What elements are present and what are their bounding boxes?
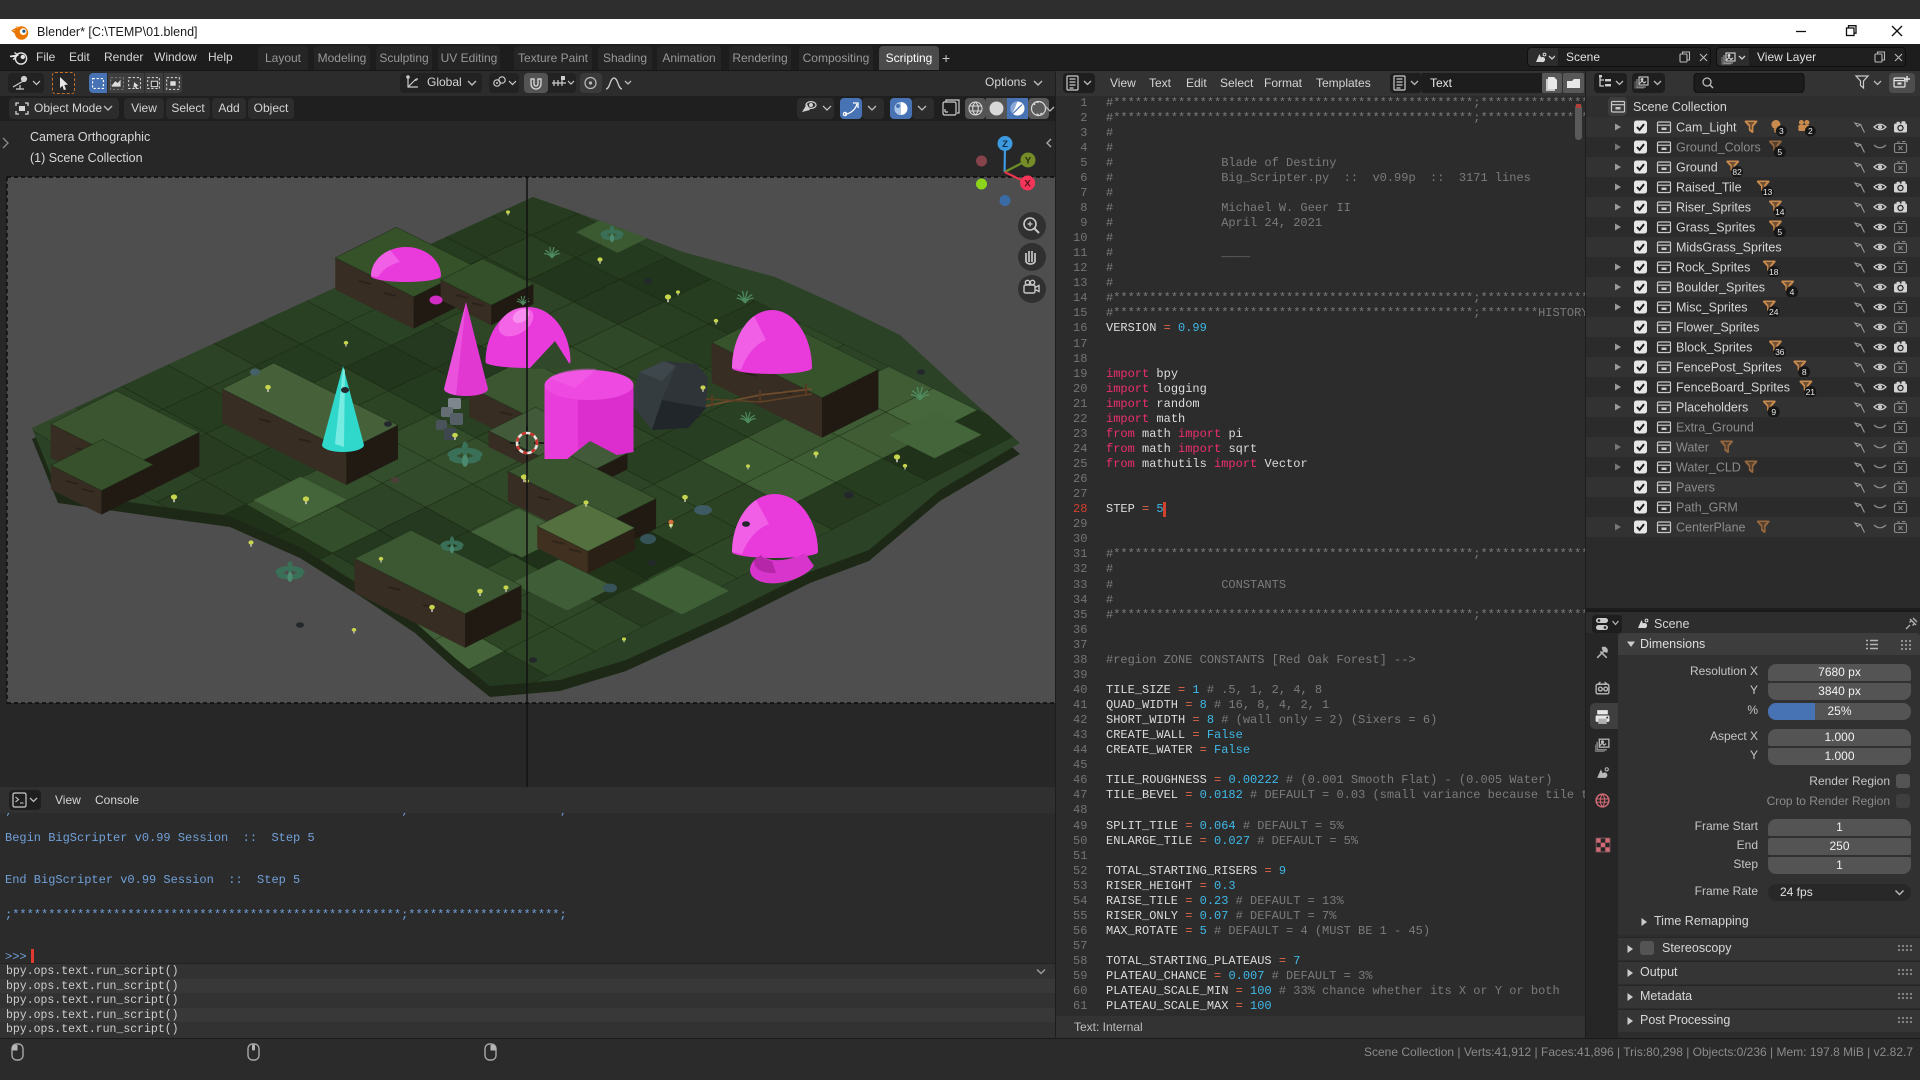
svg-text:(1) Scene Collection: (1) Scene Collection: [30, 151, 143, 165]
svg-text:Water_CLD: Water_CLD: [1676, 461, 1741, 475]
svg-text:8: 8: [1802, 367, 1807, 377]
svg-text:3: 3: [1779, 126, 1784, 136]
svg-text:Extra_Ground: Extra_Ground: [1676, 421, 1754, 435]
svg-text:13: 13: [1763, 187, 1773, 197]
svg-text:24: 24: [1769, 307, 1779, 317]
svg-text:Ground: Ground: [1676, 161, 1718, 175]
svg-text:Grass_Sprites: Grass_Sprites: [1676, 221, 1755, 235]
svg-text:18: 18: [1769, 267, 1779, 277]
svg-text:2: 2: [1808, 126, 1813, 136]
svg-text:X: X: [1024, 179, 1031, 190]
svg-text:MidsGrass_Sprites: MidsGrass_Sprites: [1676, 241, 1782, 255]
svg-text:Scene Collection: Scene Collection: [1633, 100, 1727, 114]
svg-text:Ground_Colors: Ground_Colors: [1676, 141, 1761, 155]
svg-text:Y: Y: [1025, 156, 1032, 167]
svg-text:Placeholders: Placeholders: [1676, 401, 1748, 415]
svg-text:FenceBoard_Sprites: FenceBoard_Sprites: [1676, 381, 1790, 395]
svg-text:5: 5: [1777, 227, 1782, 237]
svg-text:21: 21: [1806, 387, 1816, 397]
svg-text:Raised_Tile: Raised_Tile: [1676, 181, 1742, 195]
svg-text:Boulder_Sprites: Boulder_Sprites: [1676, 281, 1765, 295]
svg-text:Water: Water: [1676, 441, 1709, 455]
svg-text:36: 36: [1775, 347, 1785, 357]
svg-text:Flower_Sprites: Flower_Sprites: [1676, 321, 1759, 335]
svg-text:82: 82: [1732, 167, 1742, 177]
svg-text:Riser_Sprites: Riser_Sprites: [1676, 201, 1751, 215]
svg-text:Cam_Light: Cam_Light: [1676, 121, 1737, 135]
svg-text:Block_Sprites: Block_Sprites: [1676, 341, 1752, 355]
svg-text:Pavers: Pavers: [1676, 481, 1715, 495]
svg-text:9: 9: [1771, 407, 1776, 417]
svg-text:FencePost_Sprites: FencePost_Sprites: [1676, 361, 1782, 375]
svg-text:CenterPlane: CenterPlane: [1676, 521, 1746, 535]
svg-text:Scene: Scene: [1654, 617, 1689, 631]
svg-text:Z: Z: [1002, 139, 1008, 150]
svg-text:4: 4: [1790, 287, 1795, 297]
svg-text:14: 14: [1775, 207, 1785, 217]
svg-text:Camera Orthographic: Camera Orthographic: [30, 130, 150, 144]
svg-text:Path_GRM: Path_GRM: [1676, 501, 1738, 515]
svg-text:Misc_Sprites: Misc_Sprites: [1676, 301, 1748, 315]
svg-text:Rock_Sprites: Rock_Sprites: [1676, 261, 1750, 275]
svg-text:5: 5: [1777, 147, 1782, 157]
